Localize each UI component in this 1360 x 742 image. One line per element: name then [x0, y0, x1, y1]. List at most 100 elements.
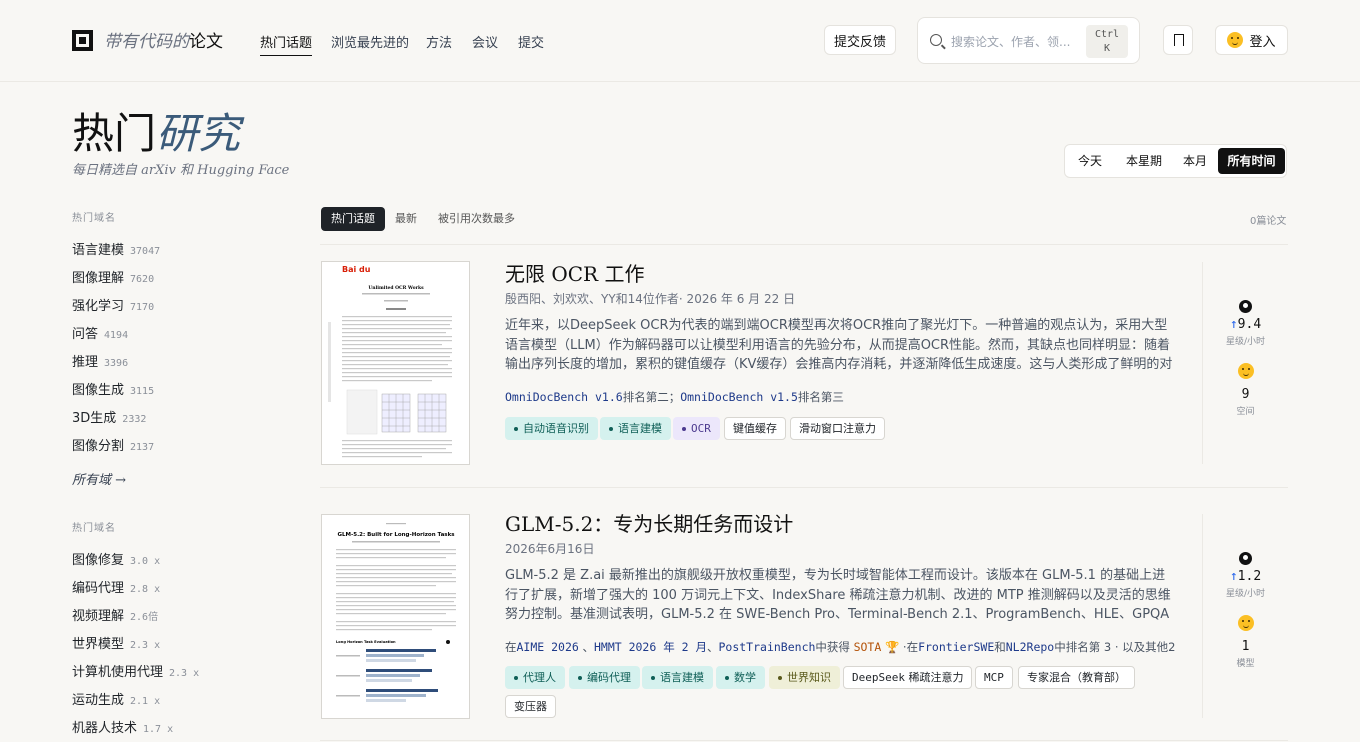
- period-today[interactable]: 今天: [1069, 148, 1111, 174]
- period-selector: 今天 本星期 本月 所有时间: [1064, 144, 1287, 178]
- all-domains-link[interactable]: 所有域 →: [72, 469, 126, 488]
- page-title: 热门研究: [72, 109, 241, 158]
- nav-trending[interactable]: 热门话题: [260, 32, 313, 56]
- shortcut-hint: Ctrl K: [1086, 25, 1128, 58]
- paper-thumbnail-image: Bai du Unlimited OCR Works: [328, 265, 452, 458]
- tag-chip[interactable]: 自动语音识别: [505, 417, 598, 440]
- tag-chip[interactable]: 专家混合（教育部）: [1018, 666, 1135, 689]
- period-all-time[interactable]: 所有时间: [1218, 148, 1285, 174]
- benchmark-link[interactable]: NL2Repo: [1006, 640, 1054, 654]
- paper-title[interactable]: 无限 OCR 工作: [505, 258, 644, 287]
- paper-meta: 2026年6月16日: [505, 542, 595, 556]
- thumb-title: GLM-5.2: Built for Long-Horizon Tasks: [337, 532, 455, 538]
- tag-chip[interactable]: 语言建模: [642, 666, 713, 689]
- paper-count: 0篇论文: [1250, 216, 1287, 227]
- tag-chip[interactable]: 键值缓存: [724, 417, 786, 440]
- hugging-face-icon[interactable]: [1237, 615, 1254, 631]
- paper-meta: 殷西阳、刘欢欢、YY和14位作者· 2026 年 6 月 22 日: [505, 292, 796, 306]
- hf-count: 1: [1241, 639, 1250, 654]
- tab-latest[interactable]: 最新: [395, 207, 417, 231]
- tag-chip[interactable]: 数学: [716, 666, 765, 689]
- thumb-title: Unlimited OCR Works: [368, 285, 424, 291]
- nav-methods[interactable]: 方法: [426, 32, 452, 51]
- nav-submit[interactable]: 提交: [518, 32, 544, 51]
- logo-icon[interactable]: [72, 30, 93, 51]
- hf-label: 模型: [1236, 659, 1255, 669]
- sidebar-domain-item[interactable]: 3D生成 2332: [72, 407, 146, 426]
- stars-label: 星级/小时: [1225, 589, 1266, 599]
- hf-count: 9: [1241, 387, 1250, 402]
- page-subtitle: 每日精选自 arXiv 和 Hugging Face: [72, 163, 290, 178]
- top-header: 带有代码的论文 热门话题 浏览最先进的 方法 会议 提交 提交反馈 搜索论文、作…: [0, 0, 1360, 82]
- tag-chip[interactable]: 编码代理: [569, 666, 640, 689]
- sidebar-heading-domains: 热门域名: [72, 213, 116, 224]
- tag-chip[interactable]: MCP: [975, 666, 1013, 689]
- benchmark-link[interactable]: OmniDocBench v1.6: [505, 390, 623, 404]
- divider: [320, 244, 1288, 245]
- tag-chip[interactable]: OCR: [673, 417, 720, 440]
- nav-conferences[interactable]: 会议: [472, 32, 498, 51]
- github-icon[interactable]: [1239, 552, 1252, 565]
- thumb-figure-title: Long Horizon Task Evaluation: [336, 640, 396, 644]
- sidebar-domain-item[interactable]: 强化学习 7170: [72, 295, 154, 314]
- hf-label: 空间: [1236, 407, 1255, 417]
- search-box[interactable]: 搜索论文、作者、领... Ctrl K: [917, 17, 1140, 64]
- stars-per-hour: ↑1.2: [1229, 569, 1262, 584]
- sidebar-trending-item[interactable]: 运动生成 2.1 x: [72, 689, 160, 708]
- bookmark-icon[interactable]: [1163, 25, 1193, 55]
- paper-benchmarks: OmniDocBench v1.6排名第二；OmniDocBench v1.5排…: [505, 390, 844, 404]
- sidebar-trending-item[interactable]: 世界模型 2.3 x: [72, 633, 160, 652]
- sidebar-trending-item[interactable]: 图像修复 3.0 x: [72, 549, 160, 568]
- brand-name[interactable]: 带有代码的论文: [104, 27, 223, 52]
- divider: [320, 740, 1288, 741]
- search-icon: [930, 34, 942, 46]
- tag-chip[interactable]: 代理人: [505, 666, 565, 689]
- sidebar-trending-item[interactable]: 计算机使用代理 2.3 x: [72, 661, 199, 680]
- sidebar-domain-item[interactable]: 推理 3396: [72, 351, 128, 370]
- benchmark-link[interactable]: AIME 2026: [517, 640, 579, 654]
- tag-chip[interactable]: 滑动窗口注意力: [790, 417, 885, 440]
- tag-chip[interactable]: 变压器: [505, 695, 556, 718]
- hugging-face-icon[interactable]: [1237, 363, 1254, 379]
- sidebar-domain-item[interactable]: 图像理解 7620: [72, 267, 154, 286]
- period-week[interactable]: 本星期: [1117, 148, 1171, 174]
- sidebar-trending-item[interactable]: 机器人技术 1.7 x: [72, 717, 173, 736]
- tag-chip[interactable]: 世界知识: [769, 666, 840, 689]
- sidebar-domain-item[interactable]: 图像生成 3115: [72, 379, 154, 398]
- tab-most-cited[interactable]: 被引用次数最多: [438, 207, 515, 231]
- tag-chip[interactable]: DeepSeek 稀疏注意力: [843, 666, 973, 689]
- login-button[interactable]: 登入: [1215, 25, 1288, 55]
- feedback-button[interactable]: 提交反馈: [824, 25, 896, 55]
- nav-sota[interactable]: 浏览最先进的: [331, 32, 409, 51]
- trophy-icon: 🏆: [884, 640, 900, 654]
- sidebar-trending-item[interactable]: 编码代理 2.8 x: [72, 577, 160, 596]
- hugging-face-icon: [1227, 32, 1244, 48]
- paper-abstract: GLM-5.2 是 Z.ai 最新推出的旗舰级开放权重模型，专为长时域智能体工程…: [505, 568, 1171, 622]
- sidebar-heading-trending: 热门域名: [72, 523, 116, 534]
- benchmark-link[interactable]: OmniDocBench v1.5: [680, 390, 798, 404]
- tag-chip[interactable]: 语言建模: [600, 417, 671, 440]
- paper-abstract: 近年来，以DeepSeek OCR为代表的端到端OCR模型再次将OCR推向了聚光…: [505, 318, 1173, 372]
- paper-stats: ↑9.4 星级/小时 9 空间: [1202, 262, 1288, 464]
- paper-benchmarks: 在AIME 2026 、HMMT 2026 年 2 月、PostTrainBen…: [505, 640, 1176, 654]
- sidebar-trending-item[interactable]: 视频理解 2.6倍: [72, 605, 158, 624]
- benchmark-link[interactable]: FrontierSWE: [918, 640, 994, 654]
- paper-thumbnail[interactable]: Bai du Unlimited OCR Works: [321, 261, 470, 465]
- stars-label: 星级/小时: [1225, 337, 1266, 347]
- period-month[interactable]: 本月: [1175, 148, 1215, 174]
- paper-thumbnail-image: GLM-5.2: Built for Long-Horizon Tasks Lo…: [336, 523, 456, 702]
- benchmark-link[interactable]: PostTrainBench: [718, 640, 815, 654]
- benchmark-link[interactable]: HMMT 2026 年 2 月: [594, 640, 707, 654]
- divider: [320, 487, 1288, 488]
- thumb-logo: Bai du: [342, 265, 371, 274]
- tab-trending[interactable]: 热门话题: [321, 207, 385, 231]
- search-input[interactable]: 搜索论文、作者、领...: [951, 33, 1070, 50]
- sidebar-domain-item[interactable]: 语言建模 37047: [72, 239, 160, 258]
- sidebar-domain-item[interactable]: 问答 4194: [72, 323, 128, 342]
- paper-stats: ↑1.2 星级/小时 1 模型: [1202, 514, 1288, 718]
- sidebar-domain-item[interactable]: 图像分割 2137: [72, 435, 154, 454]
- paper-thumbnail[interactable]: GLM-5.2: Built for Long-Horizon Tasks Lo…: [321, 514, 470, 719]
- stars-per-hour: ↑9.4: [1229, 317, 1262, 332]
- github-icon[interactable]: [1239, 300, 1252, 313]
- paper-title[interactable]: GLM-5.2：专为长期任务而设计: [505, 508, 793, 537]
